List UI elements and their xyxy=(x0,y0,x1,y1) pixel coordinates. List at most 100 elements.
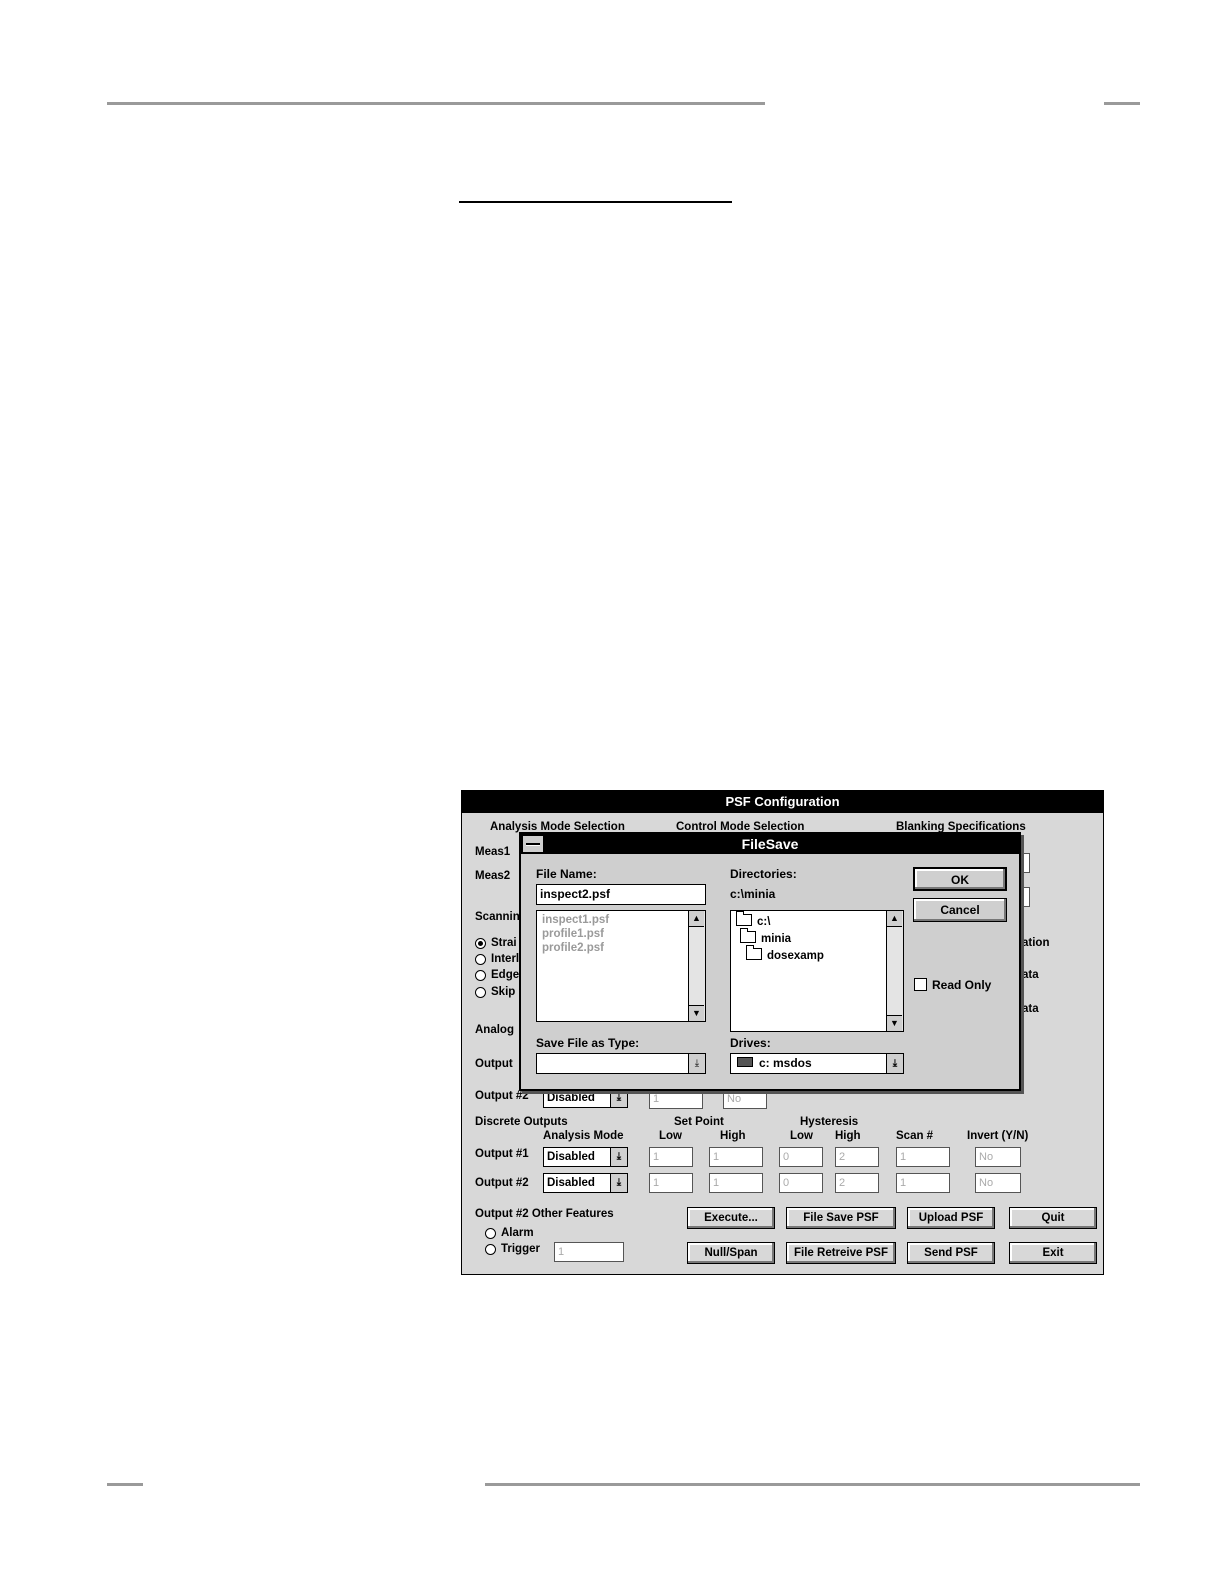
scan-radio-skip[interactable] xyxy=(475,987,486,998)
scroll-up-icon[interactable]: ▲ xyxy=(887,911,902,927)
dropdown-arrow-icon[interactable]: ⤓ xyxy=(610,1089,627,1107)
file-list-scrollbar[interactable]: ▲ ▼ xyxy=(688,911,705,1021)
scan-number-header: Scan # xyxy=(896,1130,934,1142)
drive-icon xyxy=(737,1057,753,1067)
hysteresis-header: Hysteresis xyxy=(800,1116,859,1128)
invert-header: Invert (Y/N) xyxy=(967,1130,1029,1142)
output2-setpoint-high[interactable]: 1 xyxy=(709,1173,763,1193)
output2-invert[interactable]: No xyxy=(975,1173,1021,1193)
analog-output2-label: Output #2 xyxy=(475,1090,529,1102)
current-directory: c:\minia xyxy=(730,887,776,901)
set-point-high-header: High xyxy=(720,1130,746,1142)
dropdown-arrow-icon[interactable]: ⤓ xyxy=(610,1148,627,1166)
file-save-psf-button[interactable]: File Save PSF xyxy=(786,1207,896,1229)
alarm-radio[interactable] xyxy=(485,1228,496,1239)
dropdown-arrow-icon[interactable]: ⤓ xyxy=(610,1174,627,1192)
open-folder-icon xyxy=(740,928,756,943)
ok-button[interactable]: OK xyxy=(913,867,1007,891)
file-name-input[interactable]: inspect2.psf xyxy=(536,884,706,905)
file-item[interactable]: profile1.psf xyxy=(542,928,604,940)
scan-label-interlaced: Interl xyxy=(491,953,520,965)
scan-label-straight: Strai xyxy=(491,937,517,949)
meas1-label: Meas1 xyxy=(475,846,511,858)
scan-radio-interlaced[interactable] xyxy=(475,954,486,965)
output1-setpoint-high[interactable]: 1 xyxy=(709,1147,763,1167)
cancel-button[interactable]: Cancel xyxy=(913,898,1007,922)
bottom-rule-right xyxy=(485,1483,1140,1486)
scroll-up-icon[interactable]: ▲ xyxy=(689,911,704,927)
directories-label: Directories: xyxy=(730,867,797,881)
directory-list-scrollbar[interactable]: ▲ ▼ xyxy=(886,911,903,1031)
directory-item-minia[interactable]: minia xyxy=(740,928,791,945)
directory-item-dosexamp[interactable]: dosexamp xyxy=(746,945,824,962)
directory-item-root[interactable]: c:\ xyxy=(736,911,770,928)
send-psf-button[interactable]: Send PSF xyxy=(907,1242,995,1264)
scroll-down-icon[interactable]: ▼ xyxy=(887,1015,902,1031)
other-features-title: Output #2 Other Features xyxy=(475,1208,614,1220)
hysteresis-high-header: High xyxy=(835,1130,861,1142)
file-item[interactable]: inspect1.psf xyxy=(542,914,609,926)
folder-icon xyxy=(746,945,762,960)
save-type-select[interactable]: ⤓ xyxy=(536,1053,706,1074)
output2-setpoint-low[interactable]: 1 xyxy=(649,1173,693,1193)
scanning-label: Scannin xyxy=(475,911,520,923)
open-folder-icon xyxy=(736,911,752,926)
heading-underline xyxy=(459,201,732,203)
file-retrieve-psf-button[interactable]: File Retreive PSF xyxy=(786,1242,896,1264)
drives-select[interactable]: c: msdos ⤓ xyxy=(730,1053,904,1074)
analog-label: Analog xyxy=(475,1024,514,1036)
dropdown-arrow-icon[interactable]: ⤓ xyxy=(886,1054,903,1073)
scan-radio-edge[interactable] xyxy=(475,970,486,981)
trigger-radio[interactable] xyxy=(485,1244,496,1255)
read-only-label: Read Only xyxy=(932,978,992,992)
drives-label: Drives: xyxy=(730,1036,771,1050)
trigger-label: Trigger xyxy=(501,1243,540,1255)
right-fragment-3: ata xyxy=(1022,1003,1039,1015)
execute-button[interactable]: Execute... xyxy=(687,1207,775,1229)
output2-hysteresis-low[interactable]: 0 xyxy=(779,1173,823,1193)
file-name-label: File Name: xyxy=(536,867,597,881)
file-list[interactable]: inspect1.psf profile1.psf profile2.psf ▲… xyxy=(536,910,706,1022)
dropdown-arrow-icon[interactable]: ⤓ xyxy=(688,1054,705,1073)
discrete-output2-label: Output #2 xyxy=(475,1177,529,1189)
output1-setpoint-low[interactable]: 1 xyxy=(649,1147,693,1167)
directory-list[interactable]: c:\ minia dosexamp ▲ ▼ xyxy=(730,910,904,1032)
null-span-button[interactable]: Null/Span xyxy=(687,1242,775,1264)
analog-output2-mode-select[interactable]: Disabled ⤓ xyxy=(543,1088,628,1108)
scroll-down-icon[interactable]: ▼ xyxy=(689,1005,704,1021)
bottom-rule-left xyxy=(107,1483,143,1486)
exit-button[interactable]: Exit xyxy=(1009,1242,1097,1264)
psf-window-title: PSF Configuration xyxy=(462,791,1103,813)
system-menu-icon[interactable] xyxy=(523,836,544,852)
scan-radio-straight[interactable] xyxy=(475,938,486,949)
filesave-title: FileSave xyxy=(521,834,1019,854)
right-fragment-1: ation xyxy=(1022,937,1050,949)
set-point-low-header: Low xyxy=(659,1130,682,1142)
right-fragment-2: ata xyxy=(1022,969,1039,981)
top-rule-right xyxy=(1104,102,1140,105)
discrete-output1-mode-select[interactable]: Disabled ⤓ xyxy=(543,1147,628,1167)
alarm-label: Alarm xyxy=(501,1227,534,1239)
top-rule-left xyxy=(107,102,765,105)
scan-label-edge: Edge xyxy=(491,969,520,981)
discrete-output1-label: Output #1 xyxy=(475,1148,529,1160)
output2-hysteresis-high[interactable]: 2 xyxy=(835,1173,879,1193)
analog-output1-label: Output xyxy=(475,1058,513,1070)
discrete-output2-mode-select[interactable]: Disabled ⤓ xyxy=(543,1173,628,1193)
output2-scan-number[interactable]: 1 xyxy=(896,1173,950,1193)
output1-hysteresis-low[interactable]: 0 xyxy=(779,1147,823,1167)
analysis-mode-col-header: Analysis Mode xyxy=(543,1130,624,1142)
output1-scan-number[interactable]: 1 xyxy=(896,1147,950,1167)
file-item[interactable]: profile2.psf xyxy=(542,942,604,954)
discrete-outputs-title: Discrete Outputs xyxy=(475,1116,568,1128)
trigger-value-field[interactable]: 1 xyxy=(554,1242,624,1262)
analog-output2-value-2[interactable]: No xyxy=(723,1089,767,1109)
analog-output2-value-1[interactable]: 1 xyxy=(649,1089,703,1109)
hysteresis-low-header: Low xyxy=(790,1130,813,1142)
output1-hysteresis-high[interactable]: 2 xyxy=(835,1147,879,1167)
read-only-checkbox[interactable] xyxy=(914,978,927,991)
upload-psf-button[interactable]: Upload PSF xyxy=(907,1207,995,1229)
quit-button[interactable]: Quit xyxy=(1009,1207,1097,1229)
output1-invert[interactable]: No xyxy=(975,1147,1021,1167)
set-point-header: Set Point xyxy=(674,1116,724,1128)
